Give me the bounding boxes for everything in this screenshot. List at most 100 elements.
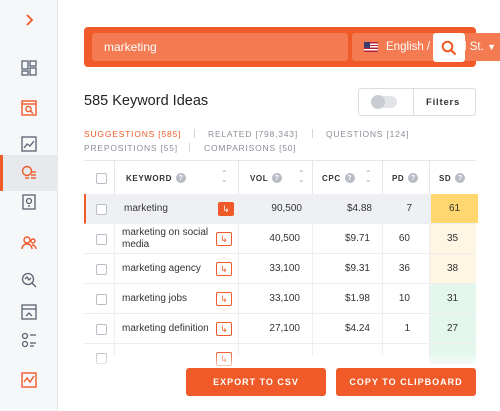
- filters-divider: [413, 88, 414, 116]
- pd-cell: 7: [406, 203, 412, 214]
- help-icon[interactable]: ?: [455, 173, 466, 183]
- tab-prepositions[interactable]: PREPOSITIONS [55]: [84, 143, 178, 153]
- sidebar-item-dashboard[interactable]: [0, 50, 58, 86]
- open-keyword-icon[interactable]: ↳: [216, 232, 232, 246]
- sidebar-item-search-results[interactable]: [0, 322, 58, 358]
- open-keyword-icon[interactable]: ↳: [218, 202, 234, 216]
- sidebar-item-rank-tracking[interactable]: [0, 362, 58, 398]
- column-divider: [382, 161, 383, 195]
- column-header-vol[interactable]: VOL ?: [250, 161, 283, 195]
- tab-divider: [189, 143, 190, 152]
- backlinks-icon: [21, 236, 37, 250]
- cpc-cell: $1.98: [344, 293, 370, 304]
- select-all-checkbox[interactable]: [96, 173, 107, 184]
- table-row[interactable]: marketing agency ↳ 33,100 $9.31 36 38: [84, 254, 476, 284]
- sidebar-item-domain-overview[interactable]: [0, 262, 58, 298]
- keyword-ideas-icon: [21, 165, 36, 179]
- sidebar-item-backlinks[interactable]: [0, 225, 58, 261]
- vol-cell: 90,500: [271, 203, 302, 214]
- domain-overview-icon: [21, 272, 37, 288]
- table-row[interactable]: marketing ↳ 90,500 $4.88 7 61: [84, 194, 478, 224]
- export-csv-button[interactable]: EXPORT TO CSV: [186, 368, 326, 396]
- cpc-cell: $9.31: [344, 263, 370, 274]
- site-audit-icon: [21, 100, 37, 116]
- tab-related[interactable]: RELATED [798,343]: [208, 129, 298, 139]
- help-icon[interactable]: ?: [344, 173, 355, 183]
- pd-cell: 36: [398, 263, 410, 274]
- vol-cell: 33,100: [269, 293, 300, 304]
- search-icon: [441, 40, 457, 55]
- sort-icon[interactable]: ⌃ ⌄: [298, 170, 305, 184]
- filters-button[interactable]: Filters: [358, 88, 476, 116]
- pd-cell: 1: [404, 323, 410, 334]
- sidebar-item-site-audit[interactable]: [0, 90, 58, 126]
- column-header-keyword[interactable]: KEYWORD ?: [126, 161, 186, 195]
- column-header-cpc-label: CPC: [322, 173, 341, 183]
- pd-cell: 60: [398, 233, 410, 244]
- table-header: KEYWORD ? ⌃ ⌄ VOL ? ⌃ ⌄ CPC ? ⌃ ⌄ PD ? SD ?: [84, 160, 476, 196]
- open-keyword-icon[interactable]: ↳: [216, 322, 232, 336]
- filters-toggle[interactable]: [371, 95, 397, 109]
- column-divider: [312, 196, 313, 356]
- sd-cell: 38: [429, 254, 476, 283]
- vol-cell: 40,500: [269, 233, 300, 244]
- sidebar-item-content-ideas[interactable]: [0, 184, 58, 220]
- help-icon[interactable]: ?: [272, 173, 283, 183]
- column-header-sd-label: SD: [439, 173, 452, 183]
- keyword-cell: marketing jobs: [122, 292, 188, 304]
- help-icon[interactable]: ?: [408, 173, 419, 183]
- help-icon[interactable]: ?: [175, 173, 186, 183]
- language-select[interactable]: English / United St... ▼: [352, 33, 500, 61]
- column-divider: [114, 196, 115, 356]
- sd-cell: 31: [429, 284, 476, 313]
- table-row[interactable]: marketing on social media ↳ 40,500 $9.71…: [84, 224, 476, 254]
- column-divider: [429, 161, 430, 195]
- sort-icon[interactable]: ⌃ ⌄: [221, 170, 228, 184]
- cpc-cell: $9.71: [344, 233, 370, 244]
- row-checkbox[interactable]: [96, 264, 107, 275]
- column-header-vol-label: VOL: [250, 173, 269, 183]
- tab-comparisons[interactable]: COMPARISONS [50]: [204, 143, 296, 153]
- keyword-cell: marketing: [124, 202, 168, 214]
- row-checkbox[interactable]: [96, 324, 107, 335]
- sort-icon[interactable]: ⌃ ⌄: [365, 170, 372, 184]
- column-header-cpc[interactable]: CPC ?: [322, 161, 355, 195]
- search-button[interactable]: [433, 33, 465, 62]
- keyword-cell: marketing on social media: [122, 226, 209, 250]
- table-row[interactable]: marketing definition ↳ 27,100 $4.24 1 27: [84, 314, 476, 344]
- tab-questions[interactable]: QUESTIONS [124]: [326, 129, 409, 139]
- column-divider: [429, 196, 430, 356]
- search-input[interactable]: marketing: [92, 33, 348, 61]
- open-keyword-icon[interactable]: ↳: [216, 292, 232, 306]
- column-header-sd[interactable]: SD ?: [439, 161, 466, 195]
- dashboard-icon: [21, 60, 37, 76]
- open-keyword-icon[interactable]: ↳: [216, 262, 232, 276]
- vol-cell: 33,100: [269, 263, 300, 274]
- column-header-pd-label: PD: [392, 173, 405, 183]
- filters-label: Filters: [426, 96, 461, 108]
- page-title: 585 Keyword Ideas: [84, 93, 209, 109]
- chevron-down-icon: ▼: [487, 42, 496, 52]
- column-divider: [382, 196, 383, 356]
- row-checkbox[interactable]: [96, 234, 107, 245]
- keyword-cell: marketing agency: [122, 262, 201, 274]
- column-header-pd[interactable]: PD ?: [392, 161, 419, 195]
- copy-clipboard-button[interactable]: COPY TO CLIPBOARD: [336, 368, 476, 396]
- search-results-icon: [21, 332, 36, 348]
- row-checkbox[interactable]: [96, 294, 107, 305]
- column-divider: [238, 196, 239, 356]
- row-checkbox[interactable]: [96, 204, 107, 215]
- search-bar: marketing English / United St... ▼: [84, 27, 500, 67]
- column-divider: [238, 161, 239, 195]
- tab-suggestions[interactable]: SUGGESTIONS [585]: [84, 129, 181, 139]
- column-header-keyword-label: KEYWORD: [126, 173, 172, 183]
- sd-cell: 61: [431, 194, 478, 223]
- tab-divider: [312, 129, 313, 138]
- sidebar-toggle[interactable]: [0, 2, 58, 38]
- pd-cell: 10: [398, 293, 410, 304]
- sidebar: [0, 0, 58, 411]
- rank-tracking-icon: [21, 372, 37, 388]
- table-row[interactable]: marketing jobs ↳ 33,100 $1.98 10 31: [84, 284, 476, 314]
- sd-cell: 35: [429, 224, 476, 253]
- chevron-right-icon: [26, 14, 34, 26]
